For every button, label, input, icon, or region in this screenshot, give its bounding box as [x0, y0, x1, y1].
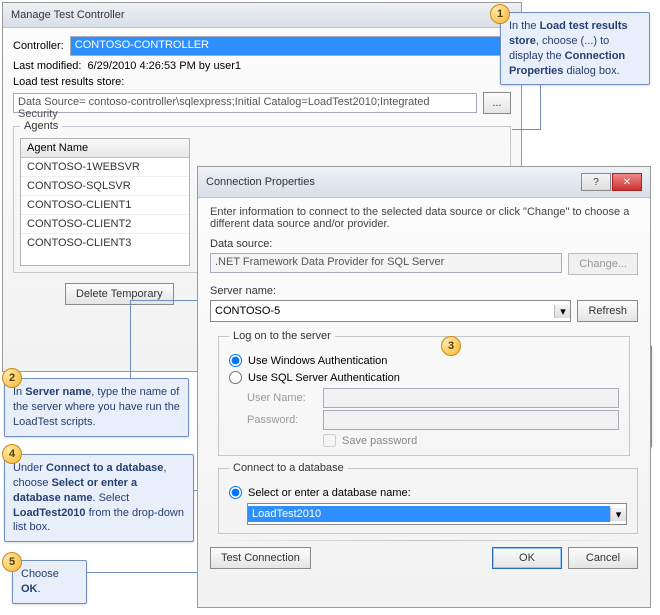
data-source-value: .NET Framework Data Provider for SQL Ser… [215, 256, 444, 268]
callout-5: Choose OK. [12, 560, 87, 604]
callout-num-4: 4 [2, 444, 22, 464]
callout-num-2: 2 [2, 368, 22, 388]
data-source-field: .NET Framework Data Provider for SQL Ser… [210, 253, 562, 273]
radio-windows-auth-input[interactable] [229, 354, 242, 367]
logon-legend: Log on to the server [229, 330, 335, 342]
ok-label: OK [519, 552, 535, 564]
radio-windows-auth-label: Use Windows Authentication [248, 355, 387, 367]
connect-db-group: Connect to a database Select or enter a … [218, 462, 638, 534]
change-button[interactable]: Change... [568, 253, 638, 275]
callout-2: In Server name, type the name of the ser… [4, 378, 189, 437]
cp-intro: Enter information to connect to the sele… [210, 206, 638, 230]
cp-title: Connection Properties [206, 176, 315, 188]
callout-2-line-v [130, 300, 131, 378]
agents-header: Agent Name [21, 139, 189, 158]
server-name-dropdown[interactable]: ▾ [210, 300, 571, 322]
agents-legend: Agents [20, 120, 62, 132]
save-password-input [323, 434, 336, 447]
ellipsis-icon: ... [492, 97, 501, 109]
store-input[interactable]: Data Source= contoso-controller\sqlexpre… [13, 93, 477, 113]
change-label: Change... [579, 258, 627, 270]
cp-titlebar: Connection Properties ? ✕ [198, 167, 650, 198]
last-modified-value: 6/29/2010 4:26:53 PM by user1 [87, 60, 241, 72]
database-name-input[interactable] [248, 506, 610, 522]
username-label: User Name: [247, 392, 317, 404]
callout-1-line-h [512, 129, 540, 130]
radio-sql-auth[interactable]: Use SQL Server Authentication [229, 371, 619, 384]
connect-db-legend: Connect to a database [229, 462, 348, 474]
list-item[interactable]: CONTOSO-CLIENT3 [21, 233, 189, 252]
save-password-checkbox: Save password [323, 434, 619, 447]
password-label: Password: [247, 414, 317, 426]
callout-num-5: 5 [2, 552, 22, 572]
last-modified-label: Last modified: [13, 60, 81, 72]
controller-input[interactable]: CONTOSO-CONTROLLER [70, 36, 511, 56]
radio-db-name-input[interactable] [229, 486, 242, 499]
controller-label: Controller: [13, 40, 64, 52]
list-item[interactable]: CONTOSO-SQLSVR [21, 176, 189, 195]
separator [210, 540, 638, 541]
radio-sql-auth-input[interactable] [229, 371, 242, 384]
connection-properties-dialog: Connection Properties ? ✕ Enter informat… [197, 166, 651, 608]
logon-group: Log on to the server Use Windows Authent… [218, 330, 630, 456]
mtc-titlebar: Manage Test Controller [3, 3, 521, 28]
test-connection-button[interactable]: Test Connection [210, 547, 311, 569]
refresh-button[interactable]: Refresh [577, 300, 638, 322]
mtc-title: Manage Test Controller [11, 9, 125, 21]
list-item[interactable]: CONTOSO-1WEBSVR [21, 158, 189, 176]
close-button[interactable]: ✕ [612, 173, 642, 191]
radio-windows-auth[interactable]: Use Windows Authentication [229, 354, 619, 367]
callout-num-3: 3 [441, 336, 461, 356]
radio-db-name-label: Select or enter a database name: [248, 487, 411, 499]
store-value: Data Source= contoso-controller\sqlexpre… [18, 96, 430, 120]
list-item[interactable]: CONTOSO-CLIENT2 [21, 214, 189, 233]
refresh-label: Refresh [588, 305, 627, 317]
callout-num-1: 1 [490, 4, 510, 24]
cancel-label: Cancel [586, 552, 620, 564]
callout-1-line-v [540, 84, 541, 130]
data-source-label: Data source: [210, 238, 638, 250]
radio-sql-auth-label: Use SQL Server Authentication [248, 372, 400, 384]
store-ellipsis-button[interactable]: ... [483, 92, 511, 114]
radio-db-name[interactable]: Select or enter a database name: [229, 486, 627, 499]
save-password-label: Save password [342, 435, 417, 447]
help-button[interactable]: ? [581, 173, 611, 191]
password-input [323, 410, 619, 430]
chevron-down-icon[interactable]: ▾ [610, 508, 626, 521]
delete-temp-label: Delete Temporary [76, 288, 163, 300]
callout-4: Under Connect to a database, choose Sele… [4, 454, 194, 542]
callout-1: In the Load test results store, choose (… [500, 12, 650, 85]
username-input [323, 388, 619, 408]
server-name-input[interactable] [211, 303, 554, 319]
chevron-down-icon[interactable]: ▾ [554, 305, 570, 318]
ok-button[interactable]: OK [492, 547, 562, 569]
controller-value: CONTOSO-CONTROLLER [75, 39, 209, 51]
delete-temporary-button[interactable]: Delete Temporary [65, 283, 174, 305]
test-connection-label: Test Connection [221, 552, 300, 564]
list-item[interactable]: CONTOSO-CLIENT1 [21, 195, 189, 214]
cancel-button[interactable]: Cancel [568, 547, 638, 569]
store-label: Load test results store: [13, 76, 124, 88]
database-name-dropdown[interactable]: ▾ [247, 503, 627, 525]
agents-list[interactable]: Agent Name CONTOSO-1WEBSVR CONTOSO-SQLSV… [20, 138, 190, 266]
server-name-label: Server name: [210, 285, 638, 297]
